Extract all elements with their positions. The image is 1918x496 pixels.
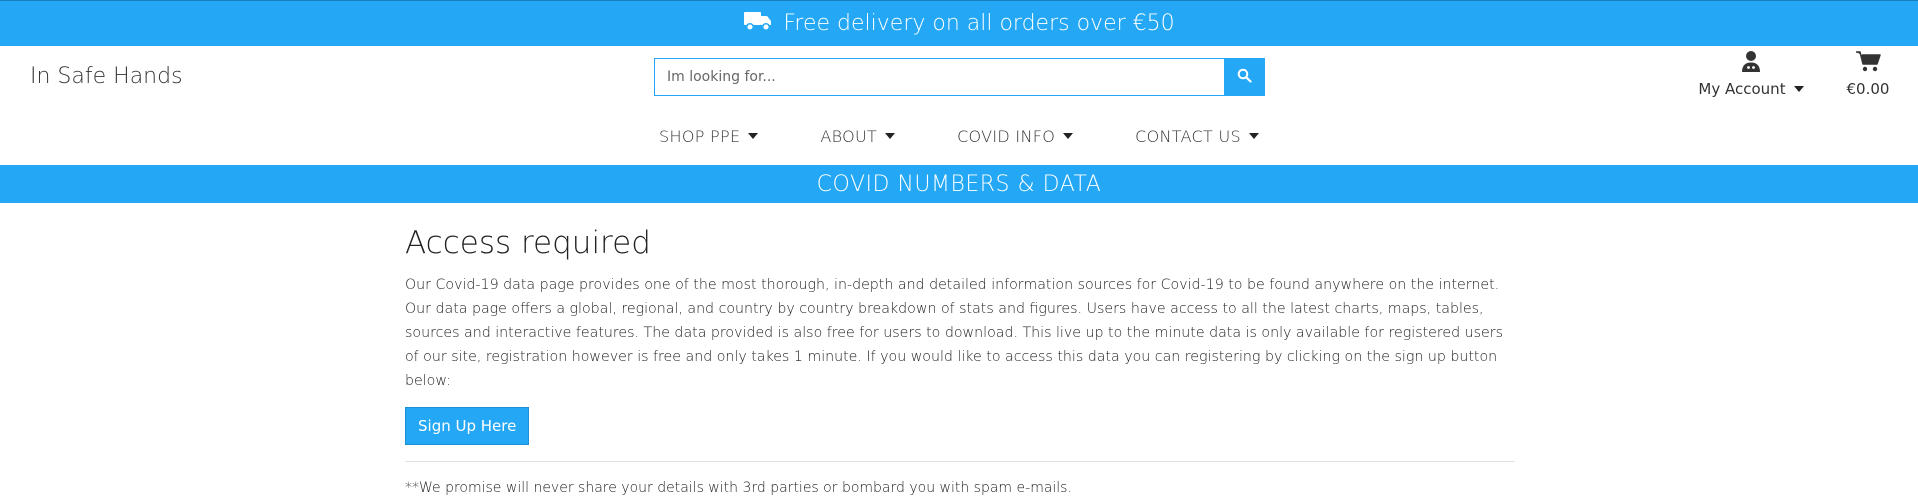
caret-down-icon xyxy=(748,133,759,139)
nav-item-label: ABOUT xyxy=(820,126,878,146)
main-nav: SHOP PPE ABOUT COVID INFO CONTACT US xyxy=(0,124,1918,148)
promo-bar: Free delivery on all orders over €50 xyxy=(0,0,1918,46)
search-icon xyxy=(1237,68,1252,86)
nav-item-label: CONTACT US xyxy=(1135,126,1241,146)
nav-item-covid-info[interactable]: COVID INFO xyxy=(957,124,1074,148)
caret-down-icon xyxy=(1248,133,1259,139)
section-title: COVID NUMBERS & DATA xyxy=(816,171,1102,197)
cart-icon xyxy=(1855,50,1881,76)
search-form xyxy=(654,58,1265,96)
privacy-footnote: **We promise will never share your detai… xyxy=(405,480,1072,496)
site-logo[interactable]: In Safe Hands xyxy=(30,64,183,89)
divider xyxy=(405,461,1515,462)
search-button[interactable] xyxy=(1224,58,1265,96)
section-title-bar: COVID NUMBERS & DATA xyxy=(0,165,1918,203)
cart-total: €0.00 xyxy=(1846,80,1890,98)
search-input[interactable] xyxy=(654,58,1225,96)
nav-item-contact-us[interactable]: CONTACT US xyxy=(1135,124,1259,148)
caret-down-icon xyxy=(885,133,896,139)
truck-icon xyxy=(743,10,783,38)
page-title: Access required xyxy=(405,225,651,261)
user-icon xyxy=(1741,50,1761,76)
promo-text: Free delivery on all orders over €50 xyxy=(783,11,1175,36)
caret-down-icon xyxy=(1063,133,1074,139)
main-content: Access required Our Covid-19 data page p… xyxy=(405,225,1515,496)
access-description: Our Covid-19 data page provides one of t… xyxy=(405,277,1503,389)
nav-item-shop-ppe[interactable]: SHOP PPE xyxy=(659,124,759,148)
nav-item-label: COVID INFO xyxy=(957,126,1056,146)
sign-up-button[interactable]: Sign Up Here xyxy=(405,407,530,445)
my-account-label: My Account xyxy=(1698,80,1786,98)
nav-item-about[interactable]: ABOUT xyxy=(820,124,896,148)
cart-link[interactable]: €0.00 xyxy=(1842,50,1894,98)
nav-item-label: SHOP PPE xyxy=(659,126,741,146)
my-account-menu[interactable]: My Account xyxy=(1696,50,1806,98)
caret-down-icon xyxy=(1793,86,1804,92)
